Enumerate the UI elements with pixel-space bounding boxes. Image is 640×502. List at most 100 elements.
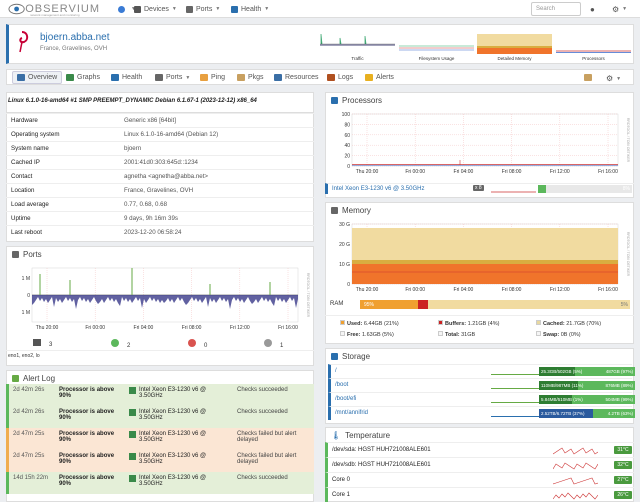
processors-mini-graph[interactable] bbox=[556, 30, 631, 54]
storage-header[interactable]: Storage bbox=[326, 349, 633, 363]
nav-health[interactable]: Health ▼ bbox=[231, 4, 269, 14]
tab-graphs[interactable]: Graphs bbox=[66, 74, 100, 81]
legend-label: Swap: bbox=[543, 332, 560, 338]
tab-label: Ping bbox=[211, 74, 226, 81]
alert-entity[interactable]: Intel Xeon E3-1230 v6 @ 3.50GHz bbox=[139, 475, 229, 487]
storage-sparkline bbox=[491, 397, 541, 403]
cpu-row[interactable]: Intel Xeon E3-1230 v6 @ 3.50GHz x 8 8% bbox=[325, 183, 634, 194]
tab-health[interactable]: Health bbox=[111, 74, 142, 81]
nav-ports[interactable]: Ports ▼ bbox=[186, 4, 220, 14]
temperature-row[interactable]: /dev/sda: HGST HUH721008ALE601 31°C bbox=[325, 442, 634, 457]
ports-disabled-count[interactable]: 1 bbox=[264, 339, 283, 349]
storage-usage-bar[interactable]: 25.3GB/502GB (5%) 487GB (97%) bbox=[539, 367, 635, 376]
tab-overview[interactable]: Overview bbox=[12, 71, 63, 84]
count-label: 0 bbox=[204, 343, 208, 349]
storage-usage-bar[interactable]: 2.52TB/6.72TB (37%) 4.2TB (63%) bbox=[539, 409, 635, 418]
alert-name[interactable]: Processor is above 90% bbox=[59, 431, 121, 443]
storage-row[interactable]: /boot/efi 5.84MB/510MB (1%) 504MB (99%) bbox=[328, 392, 635, 406]
alert-log-title: Alert Log bbox=[23, 373, 56, 383]
alert-name[interactable]: Processor is above 90% bbox=[59, 387, 121, 399]
storage-usage-bar[interactable]: 110MB/987MB (11%) 876MB (89%) bbox=[539, 381, 635, 390]
hostname-link[interactable]: bjoern.abba.net bbox=[40, 32, 110, 43]
overview-table: Hardware Generic x86 [64bit] Operating sys… bbox=[6, 113, 314, 241]
tab-resources[interactable]: Resources bbox=[274, 74, 318, 81]
sensor-name[interactable]: Core 1 bbox=[332, 492, 350, 498]
ports-header[interactable]: Ports bbox=[7, 247, 313, 261]
memory-legend-item: Used: 6.44GB (21%) bbox=[340, 320, 399, 327]
storage-mount[interactable]: /boot/efi bbox=[335, 396, 356, 402]
count-label: 1 bbox=[280, 343, 284, 349]
filesystem-mini-graph[interactable] bbox=[399, 30, 474, 54]
alert-entity[interactable]: Intel Xeon E3-1230 v6 @ 3.50GHz bbox=[139, 453, 229, 465]
ports-up-count[interactable]: 2 bbox=[111, 339, 130, 349]
storage-mount[interactable]: /boot bbox=[335, 382, 348, 388]
storage-mount[interactable]: / bbox=[335, 368, 337, 374]
alert-entity[interactable]: Intel Xeon E3-1230 v6 @ 3.50GHz bbox=[139, 387, 229, 399]
tab-ping[interactable]: Ping bbox=[200, 74, 225, 81]
memory-mini-graph[interactable] bbox=[477, 30, 552, 54]
alert-name[interactable]: Processor is above 90% bbox=[59, 475, 121, 487]
alert-status: Checks succeeded bbox=[237, 475, 288, 481]
storage-table: / 25.3GB/502GB (5%) 487GB (97%) /boot 110MB/… bbox=[328, 364, 635, 422]
processor-icon bbox=[129, 409, 136, 416]
alert-name[interactable]: Processor is above 90% bbox=[59, 409, 121, 421]
alert-row[interactable]: 2d 47m 25s Processor is above 90% Intel Xe… bbox=[6, 450, 314, 472]
overview-value: 0.77, 0.68, 0.68 bbox=[124, 201, 168, 208]
alert-log-header[interactable]: Alert Log bbox=[7, 371, 313, 385]
traffic-mini-graph[interactable] bbox=[320, 30, 395, 54]
server-icon bbox=[134, 5, 141, 13]
processors-usage-chart[interactable]: Thu 20:00 Fri 00:00 Fri 04:00 Fri 08:00 Fri … bbox=[330, 110, 630, 180]
storage-mount[interactable]: /mnt/annifrid bbox=[335, 410, 368, 416]
processors-header[interactable]: Processors bbox=[326, 93, 633, 107]
ports-list[interactable]: eno1, eno2, lo bbox=[8, 353, 40, 359]
ram-used-pct: 95% bbox=[364, 302, 375, 308]
memory-header[interactable]: Memory bbox=[326, 203, 633, 217]
storage-row[interactable]: / 25.3GB/502GB (5%) 487GB (97%) bbox=[328, 364, 635, 378]
observium-logo[interactable]: OBSERVIUM network management and monitor… bbox=[8, 2, 100, 17]
legend-label: Cached: bbox=[543, 321, 565, 327]
alert-row[interactable]: 2d 47m 25s Processor is above 90% Intel Xe… bbox=[6, 428, 314, 450]
alert-name[interactable]: Processor is above 90% bbox=[59, 453, 121, 465]
temperature-row[interactable]: Core 0 27°C bbox=[325, 472, 634, 487]
alert-row[interactable]: 14d 15h 22m Processor is above 90% Intel X… bbox=[6, 472, 314, 494]
user-menu[interactable]: ● bbox=[590, 4, 595, 14]
x-tick-label: Fri 00:00 bbox=[85, 325, 105, 331]
storage-row[interactable]: /mnt/annifrid 2.52TB/6.72TB (37%) 4.2TB (6… bbox=[328, 406, 635, 420]
x-tick-label: Fri 12:00 bbox=[230, 325, 250, 331]
cpu-count-badge: x 8 bbox=[473, 185, 484, 191]
ports-total-count[interactable]: 3 bbox=[33, 339, 52, 348]
settings-menu[interactable]: ⚙ ▼ bbox=[612, 4, 627, 14]
overview-key: Hardware bbox=[11, 117, 38, 124]
port-icon bbox=[155, 74, 163, 81]
tab-pkgs[interactable]: Pkgs bbox=[237, 74, 264, 81]
search-input[interactable]: Search bbox=[531, 2, 581, 16]
nav-devices[interactable]: Devices ▼ bbox=[134, 4, 177, 14]
ram-usage-bar[interactable]: 95% 5% bbox=[360, 300, 630, 309]
sensor-name[interactable]: /dev/sdb: HGST HUH721008ALE601 bbox=[332, 462, 431, 468]
ports-traffic-chart[interactable]: Thu 20:00 Fri 00:00 Fri 04:00 Fri 08:00 Fri … bbox=[10, 264, 310, 332]
alert-row[interactable]: 2d 42m 26s Processor is above 90% Intel Xe… bbox=[6, 406, 314, 428]
alert-entity[interactable]: Intel Xeon E3-1230 v6 @ 3.50GHz bbox=[139, 431, 229, 443]
cpu-name[interactable]: Intel Xeon E3-1230 v6 @ 3.50GHz bbox=[332, 186, 424, 192]
ports-down-count[interactable]: 0 bbox=[188, 339, 207, 349]
tab-logs[interactable]: Logs bbox=[327, 74, 353, 81]
temperature-header[interactable]: 🌡 Temperature bbox=[326, 428, 633, 442]
tab-ports[interactable]: Ports ▼ bbox=[155, 74, 190, 81]
temperature-row[interactable]: /dev/sdb: HGST HUH721008ALE601 32°C bbox=[325, 457, 634, 472]
sensor-name[interactable]: Core 0 bbox=[332, 477, 350, 483]
y-tick-label: 30 G bbox=[339, 222, 350, 228]
alerts-icon bbox=[365, 74, 373, 81]
sensor-name[interactable]: /dev/sda: HGST HUH721008ALE601 bbox=[332, 447, 431, 453]
notes-button[interactable] bbox=[584, 74, 595, 81]
temperature-row[interactable]: Core 1 26°C bbox=[325, 487, 634, 502]
logs-icon bbox=[327, 74, 335, 81]
alert-row[interactable]: 2d 42m 26s Processor is above 90% Intel Xe… bbox=[6, 384, 314, 406]
memory-usage-chart[interactable]: Thu 20:00 Fri 00:00 Fri 04:00 Fri 08:00 Fri … bbox=[330, 220, 630, 294]
alert-time: 2d 47m 25s bbox=[13, 431, 45, 437]
storage-row[interactable]: /boot 110MB/987MB (11%) 876MB (89%) bbox=[328, 378, 635, 392]
storage-usage-bar[interactable]: 5.84MB/510MB (1%) 504MB (99%) bbox=[539, 395, 635, 404]
alert-entity[interactable]: Intel Xeon E3-1230 v6 @ 3.50GHz bbox=[139, 409, 229, 421]
tab-alerts[interactable]: Alerts bbox=[365, 74, 394, 81]
legend-value: 6.44GB (21%) bbox=[363, 321, 399, 327]
device-settings-button[interactable]: ⚙ ▼ bbox=[606, 74, 621, 83]
